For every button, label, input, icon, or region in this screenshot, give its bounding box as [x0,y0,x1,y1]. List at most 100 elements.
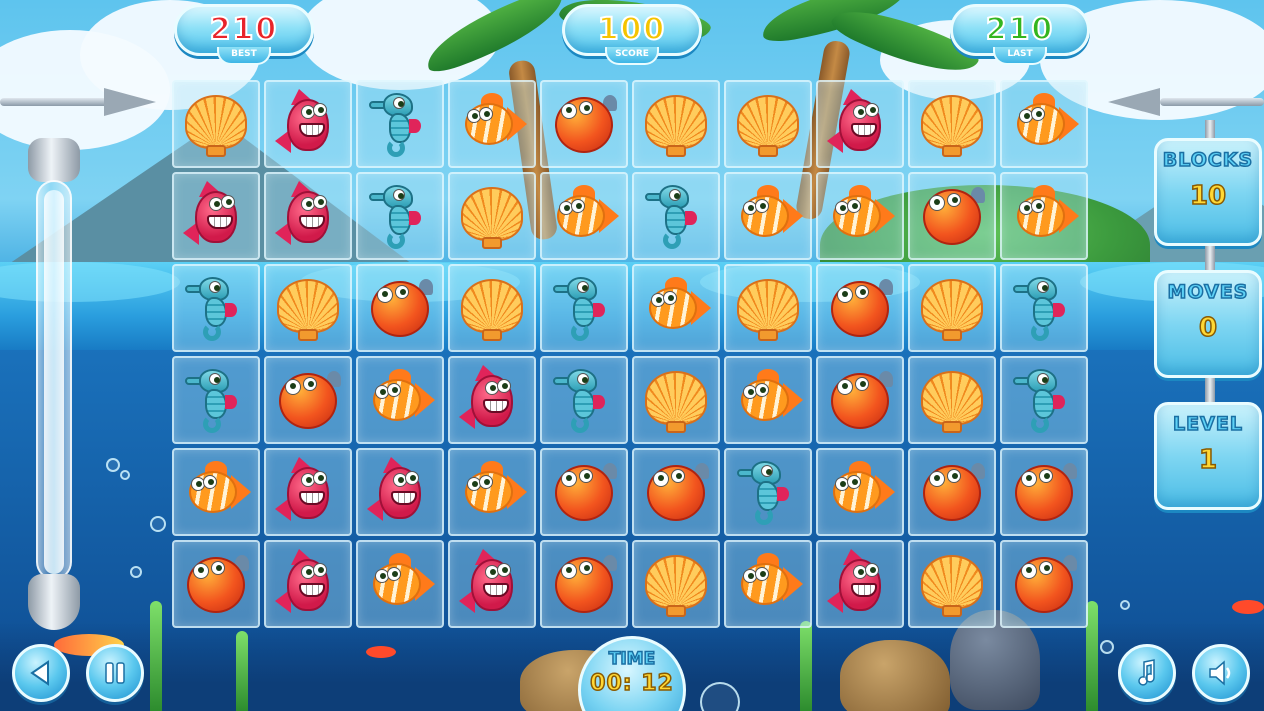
board-cell[interactable] [908,356,996,444]
board-cell[interactable] [540,356,628,444]
meter-top-cap [28,138,80,182]
board-cell[interactable] [356,448,444,536]
speaker-icon [1209,660,1231,686]
piece-part [277,279,339,333]
board-cell[interactable] [264,172,352,260]
board-cell[interactable] [1000,172,1088,260]
board-cell[interactable] [264,356,352,444]
board-cell[interactable] [448,172,536,260]
board-cell[interactable] [448,264,536,352]
board-cell[interactable] [1000,264,1088,352]
piece-part [225,303,237,317]
piece-part [313,195,327,209]
seaweed [800,621,812,711]
board-cell[interactable] [448,448,536,536]
board-cell[interactable] [448,356,536,444]
board-cell[interactable] [172,540,260,628]
board-cell[interactable] [172,356,260,444]
board-cell[interactable] [632,80,720,168]
board-cell[interactable] [540,80,628,168]
moves-label: MOVES [1167,280,1249,304]
pink-fish-icon [365,457,435,527]
moves-value: 0 [1198,312,1218,344]
board-cell[interactable] [448,540,536,628]
board-cell[interactable] [172,264,260,352]
board-cell[interactable] [908,172,996,260]
piece-part [209,281,221,293]
board-cell[interactable] [264,80,352,168]
blocks-label: BLOCKS [1162,148,1254,172]
board-cell[interactable] [724,356,812,444]
piece-part [1037,281,1049,293]
board-cell[interactable] [816,540,904,628]
board-cell[interactable] [540,172,628,260]
pufferfish-icon [825,365,895,435]
board-cell[interactable] [540,540,628,628]
piece-part [663,291,677,305]
board-cell[interactable] [724,172,812,260]
board-cell[interactable] [356,540,444,628]
sound-button[interactable] [1192,644,1250,702]
board-cell[interactable] [356,80,444,168]
board-cell[interactable] [264,448,352,536]
piece-part [593,395,605,409]
board-cell[interactable] [724,540,812,628]
seahorse-icon [641,181,711,251]
board-cell[interactable] [1000,356,1088,444]
board-cell[interactable] [356,264,444,352]
piece-part [1039,561,1053,575]
board-cell[interactable] [264,540,352,628]
board-cell[interactable] [724,448,812,536]
board-cell[interactable] [264,264,352,352]
shell-icon [733,89,803,159]
board-cell[interactable] [908,264,996,352]
pufferfish-icon [917,457,987,527]
pufferfish-icon [917,181,987,251]
pink-fish-icon [825,89,895,159]
board-cell[interactable] [172,448,260,536]
board-cell[interactable] [816,80,904,168]
board-cell[interactable] [724,80,812,168]
orange-fish-icon [1009,181,1079,251]
board-cell[interactable] [356,172,444,260]
piece-part [207,215,233,229]
board-cell[interactable] [908,448,996,536]
board-cell[interactable] [816,172,904,260]
orange-fish-icon [1009,89,1079,159]
board-cell[interactable] [816,356,904,444]
board-cell[interactable] [632,172,720,260]
board-cell[interactable] [540,448,628,536]
shell-icon [917,89,987,159]
board-cell[interactable] [448,80,536,168]
board-cell[interactable] [908,540,996,628]
board-cell[interactable] [816,448,904,536]
orange-fish-icon [549,181,619,251]
board-cell[interactable] [172,80,260,168]
board-cell[interactable] [632,264,720,352]
piece-part [405,471,419,485]
shell-icon [641,89,711,159]
board-cell[interactable] [816,264,904,352]
board-cell[interactable] [172,172,260,260]
piece-part [653,471,669,487]
music-button[interactable] [1118,644,1176,702]
board-cell[interactable] [1000,540,1088,628]
board-cell[interactable] [1000,80,1088,168]
right-rod [1160,98,1264,106]
board-cell[interactable] [632,448,720,536]
board-cell[interactable] [1000,448,1088,536]
last-score-label: LAST [993,47,1047,65]
board-cell[interactable] [908,80,996,168]
pause-button[interactable] [86,644,144,702]
back-arrow-icon [30,660,49,686]
board-cell[interactable] [540,264,628,352]
orange-fish-icon [641,273,711,343]
back-button[interactable] [12,644,70,702]
board-cell[interactable] [632,540,720,628]
board-cell[interactable] [356,356,444,444]
board-cell[interactable] [632,356,720,444]
board-cell[interactable] [724,264,812,352]
piece-part [942,145,962,157]
piece-part [409,119,421,133]
pufferfish-icon [273,365,343,435]
